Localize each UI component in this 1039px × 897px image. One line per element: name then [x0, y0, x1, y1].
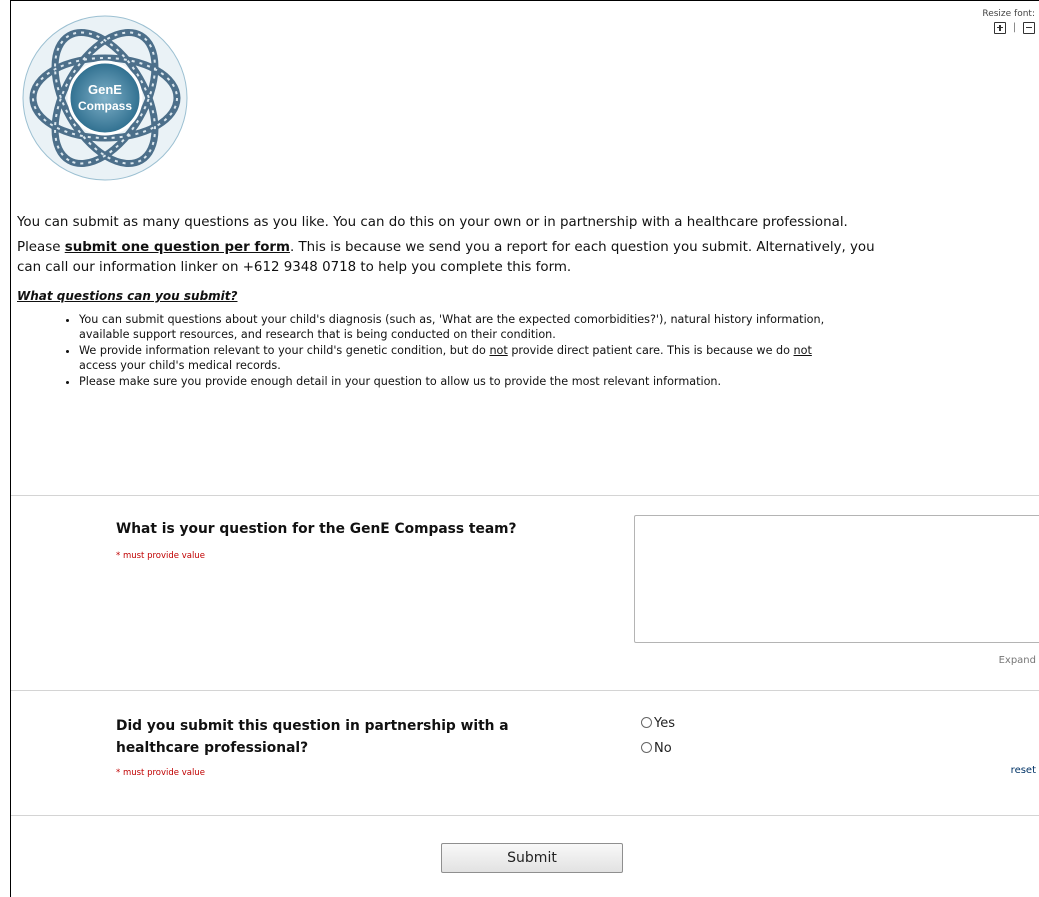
- resize-font-control: Resize font: |: [982, 8, 1035, 35]
- question-label: What is your question for the GenE Compa…: [116, 521, 517, 537]
- radio-circle-icon[interactable]: [641, 742, 652, 753]
- resize-separator: |: [1012, 21, 1017, 33]
- list-item: We provide information relevant to your …: [79, 343, 1037, 373]
- plus-box-icon[interactable]: [994, 21, 1007, 34]
- radio-option-no[interactable]: No: [641, 740, 672, 758]
- required-note: * must provide value: [116, 551, 205, 561]
- minus-box-icon[interactable]: [1023, 21, 1035, 34]
- radio-circle-icon[interactable]: [641, 717, 652, 728]
- guidelines-list: You can submit questions about your chil…: [17, 312, 1037, 389]
- svg-text:GenE: GenE: [88, 82, 122, 97]
- intro-paragraph-2: Please submit one question per form. Thi…: [17, 240, 875, 275]
- expand-link[interactable]: Expand: [999, 655, 1036, 666]
- radio-label: Yes: [654, 716, 675, 731]
- gene-compass-logo: GenE Compass: [22, 15, 188, 181]
- radio-label: No: [654, 741, 672, 756]
- list-item: You can submit questions about your chil…: [79, 312, 1037, 342]
- svg-text:Compass: Compass: [78, 99, 132, 113]
- required-note: * must provide value: [116, 768, 205, 778]
- question-textarea[interactable]: [634, 515, 1039, 643]
- section-divider: [11, 690, 1039, 691]
- questions-heading: What questions can you submit?: [17, 289, 238, 303]
- radio-option-yes[interactable]: Yes: [641, 715, 675, 733]
- section-divider: [11, 815, 1039, 816]
- intro-paragraph-1: You can submit as many questions as you …: [17, 215, 848, 230]
- partnership-question-label: Did you submit this question in partners…: [116, 718, 509, 756]
- submit-button[interactable]: Submit: [441, 843, 623, 873]
- submit-one-question-emphasis: submit one question per form: [64, 240, 290, 255]
- intro-section: You can submit as many questions as you …: [17, 213, 1037, 390]
- list-item: Please make sure you provide enough deta…: [79, 374, 1037, 389]
- reset-link[interactable]: reset: [1011, 765, 1036, 776]
- section-divider: [11, 495, 1039, 496]
